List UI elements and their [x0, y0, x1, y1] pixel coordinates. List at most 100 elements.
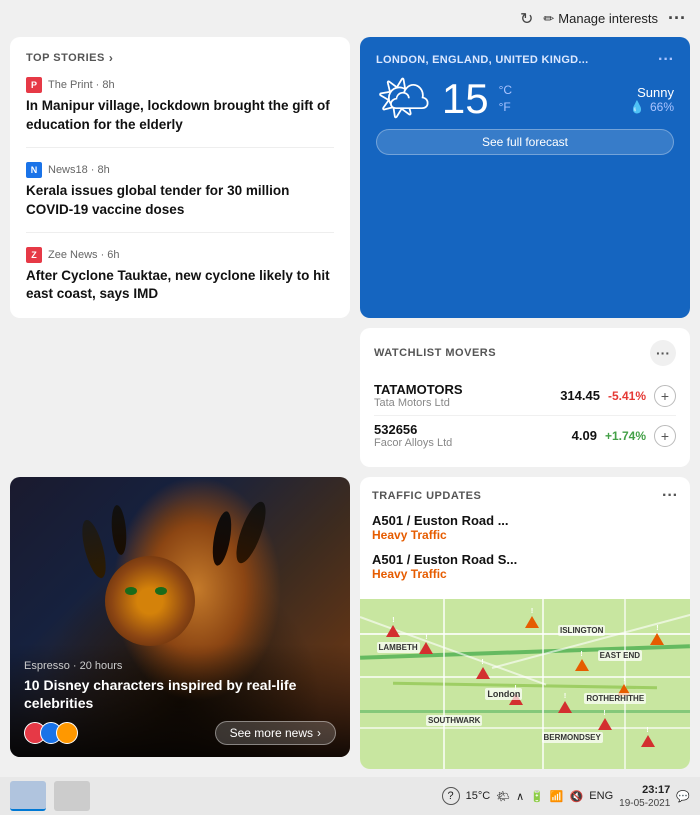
route-name-1[interactable]: A501 / Euston Road ... [372, 513, 678, 528]
humidity-value: 66% [650, 100, 674, 114]
map-rotherhithe-label: ROTHERHITHE [584, 693, 646, 704]
source-meta-1: The Print · 8h [48, 79, 115, 91]
traffic-header: TRAFFIC UPDATES ··· [360, 477, 690, 513]
weather-temp-block: 15 [442, 78, 489, 120]
top-stories-header[interactable]: TOP STORIES › [26, 51, 334, 65]
stock-fullname-1: Tata Motors Ltd [374, 397, 463, 409]
top-stories-label: TOP STORIES [26, 52, 105, 64]
top-bar: ↻ ✏ Manage interests ··· [0, 0, 700, 37]
stock-price-1: 314.45 [560, 388, 600, 403]
taskbar-app-button-1[interactable] [10, 781, 46, 811]
taskbar: ? 15°C 🌤 ∧ 🔋 📶 🔇 ENG 23:17 19-05-2021 💬 [0, 777, 700, 815]
taskbar-wifi-icon: 📶 [550, 790, 564, 803]
stock-price-block-1: 314.45 -5.41% + [560, 385, 676, 407]
taskbar-app-button-2[interactable] [54, 781, 90, 811]
warning-red-5: ! [558, 701, 572, 713]
refresh-icon[interactable]: ↻ [520, 9, 533, 29]
traffic-map[interactable]: ! ! ! ! ! ! ! ! [360, 599, 690, 769]
forecast-button[interactable]: See full forecast [376, 129, 674, 155]
taskbar-notification-icon[interactable]: 💬 [676, 790, 690, 803]
warning-orange-4: ! [650, 633, 664, 645]
news-headline-3[interactable]: After Cyclone Tauktae, new cyclone likel… [26, 267, 334, 305]
news-item: N News18 · 8h Kerala issues global tende… [26, 162, 334, 233]
warning-orange-1: ! [525, 616, 539, 628]
map-london-label: London [485, 688, 522, 700]
disney-source: Espresso · 20 hours [24, 660, 336, 672]
stock-change-2: +1.74% [605, 429, 646, 443]
source-logo-news18: N [26, 162, 42, 178]
top-bar-actions: ↻ ✏ Manage interests ··· [520, 8, 686, 29]
taskbar-up-arrow: ∧ [516, 790, 524, 803]
pencil-icon: ✏ [543, 11, 554, 27]
source-meta-3: Zee News · 6h [48, 249, 120, 261]
manage-interests-button[interactable]: ✏ Manage interests [543, 11, 658, 27]
stock-price-block-2: 4.09 +1.74% + [572, 425, 676, 447]
traffic-route-2: A501 / Euston Road S... Heavy Traffic [372, 552, 678, 581]
warning-red-7: ! [641, 735, 655, 747]
weather-location: LONDON, ENGLAND, UNITED KINGD... [376, 54, 589, 66]
disney-card[interactable]: Espresso · 20 hours 10 Disney characters… [10, 477, 350, 757]
weather-right: Sunny 💧 66% [630, 85, 674, 114]
see-more-news-button[interactable]: See more news › [215, 721, 336, 745]
taskbar-time: 23:17 [619, 783, 670, 797]
watchlist-card: WATCHLIST MOVERS ··· TATAMOTORS Tata Mot… [360, 328, 690, 467]
news-headline-2[interactable]: Kerala issues global tender for 30 milli… [26, 182, 334, 220]
weather-sun-icon: 🌤 [376, 77, 432, 121]
source-logo-zee: Z [26, 247, 42, 263]
stock-name-block: TATAMOTORS Tata Motors Ltd [374, 382, 463, 409]
disney-headline: 10 Disney characters inspired by real-li… [24, 676, 336, 714]
route-name-2[interactable]: A501 / Euston Road S... [372, 552, 678, 567]
taskbar-battery-icon: 🔋 [530, 790, 544, 803]
stock-ticker-2[interactable]: 532656 [374, 422, 452, 437]
stock-change-1: -5.41% [608, 389, 646, 403]
main-content: TOP STORIES › P The Print · 8h In Manipu… [0, 37, 700, 477]
warning-red-1: ! [386, 625, 400, 637]
more-options-icon[interactable]: ··· [668, 8, 686, 29]
humidity-drop-icon: 💧 [630, 100, 645, 114]
disney-background: Espresso · 20 hours 10 Disney characters… [10, 477, 350, 757]
manage-interests-label: Manage interests [558, 11, 658, 26]
news-item: Z Zee News · 6h After Cyclone Tauktae, n… [26, 247, 334, 305]
stock-name-block: 532656 Facor Alloys Ltd [374, 422, 452, 449]
taskbar-volume-icon: 🔇 [570, 790, 584, 803]
traffic-card: TRAFFIC UPDATES ··· A501 / Euston Road .… [360, 477, 690, 769]
traffic-title: TRAFFIC UPDATES [372, 490, 481, 502]
warning-orange-2: ! [575, 659, 589, 671]
see-more-label: See more news [230, 726, 313, 740]
stock-add-button-2[interactable]: + [654, 425, 676, 447]
disney-footer: See more news › [24, 721, 336, 745]
scar-face [105, 556, 195, 646]
taskbar-left [10, 781, 90, 811]
map-islington-label: ISLINGTON [558, 625, 605, 636]
traffic-route-1: A501 / Euston Road ... Heavy Traffic [372, 513, 678, 542]
unit-celsius[interactable]: °C [499, 82, 512, 99]
news-source-row: P The Print · 8h [26, 77, 334, 93]
news-source-row: N News18 · 8h [26, 162, 334, 178]
stock-fullname-2: Facor Alloys Ltd [374, 437, 452, 449]
weather-card: LONDON, ENGLAND, UNITED KINGD... ··· 🌤 1… [360, 37, 690, 318]
stock-ticker-1[interactable]: TATAMOTORS [374, 382, 463, 397]
map-road-h-3 [360, 727, 690, 729]
top-stories-card: TOP STORIES › P The Print · 8h In Manipu… [10, 37, 350, 318]
unit-fahrenheit[interactable]: °F [499, 99, 512, 116]
stock-add-button-1[interactable]: + [654, 385, 676, 407]
weather-more-icon[interactable]: ··· [658, 51, 674, 69]
news-source-row: Z Zee News · 6h [26, 247, 334, 263]
source-logo-print: P [26, 77, 42, 93]
stock-price-2: 4.09 [572, 428, 597, 443]
taskbar-time-block: 23:17 19-05-2021 [619, 783, 670, 810]
warning-red-3: ! [476, 667, 490, 679]
news-item: P The Print · 8h In Manipur village, loc… [26, 77, 334, 148]
watchlist-more-icon[interactable]: ··· [650, 340, 676, 366]
watchlist-title: WATCHLIST MOVERS [374, 347, 496, 359]
news-headline-1[interactable]: In Manipur village, lockdown brought the… [26, 97, 334, 135]
traffic-more-icon[interactable]: ··· [662, 487, 678, 505]
map-bermondsey-label: BERMONDSEY [542, 732, 603, 743]
taskbar-help-icon[interactable]: ? [442, 787, 460, 805]
stock-item: TATAMOTORS Tata Motors Ltd 314.45 -5.41%… [374, 376, 676, 416]
taskbar-date: 19-05-2021 [619, 797, 670, 810]
watchlist-header: WATCHLIST MOVERS ··· [374, 340, 676, 366]
map-southwark-label: SOUTHWARK [426, 715, 482, 726]
taskbar-right: ? 15°C 🌤 ∧ 🔋 📶 🔇 ENG 23:17 19-05-2021 💬 [442, 783, 690, 810]
top-stories-chevron: › [109, 51, 114, 65]
